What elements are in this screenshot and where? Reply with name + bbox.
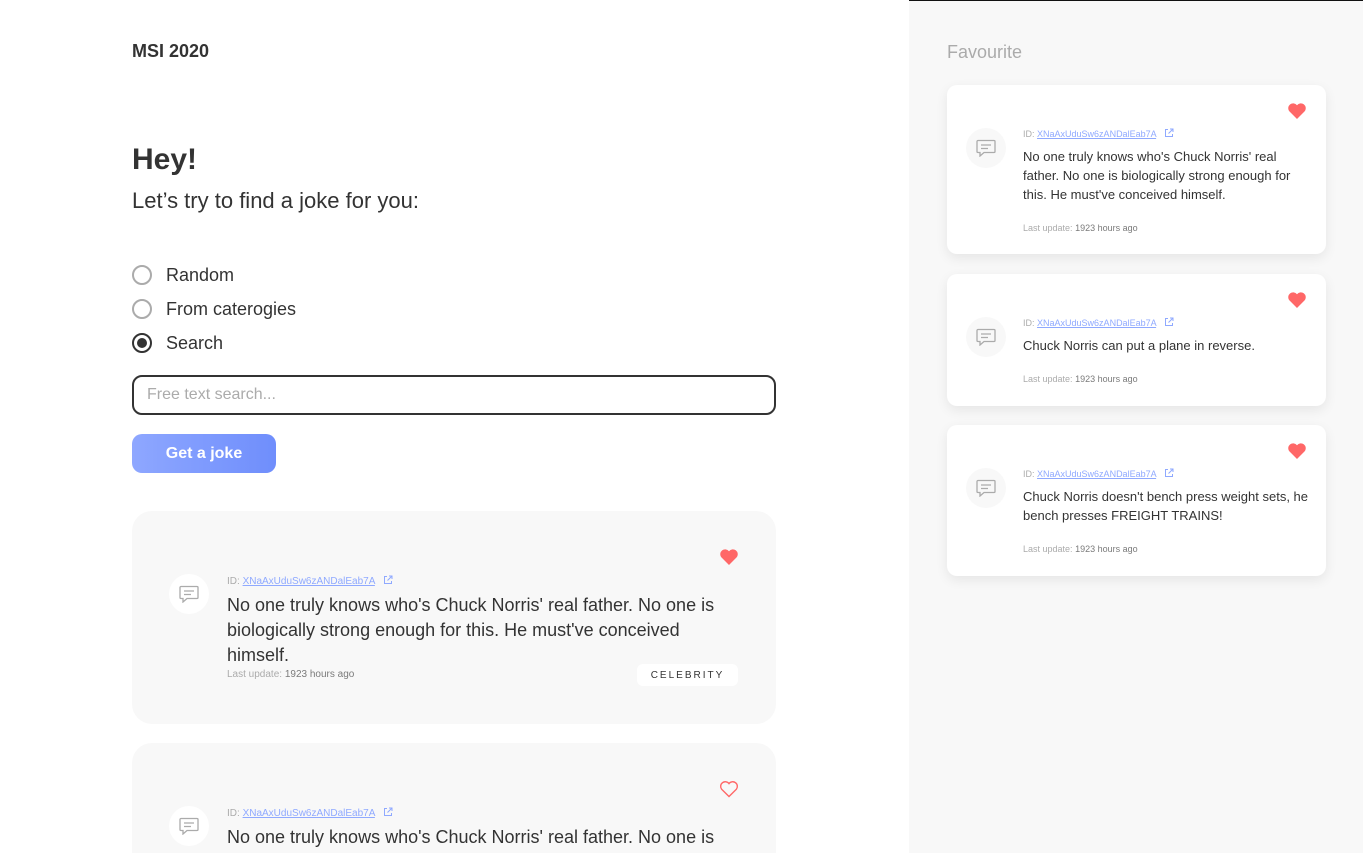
joke-id-row: ID: XNaAxUduSw6zANDalEab7A xyxy=(1023,317,1174,329)
comment-icon xyxy=(169,806,209,846)
joke-id-row: ID: XNaAxUduSw6zANDalEab7A xyxy=(1023,128,1174,140)
joke-id-link[interactable]: XNaAxUduSw6zANDalEab7A xyxy=(1037,469,1156,479)
joke-text: Chuck Norris can put a plane in reverse. xyxy=(1023,338,1255,353)
option-label: Search xyxy=(166,332,224,353)
radio-circle-selected[interactable] xyxy=(132,333,152,353)
joke-id-link[interactable]: XNaAxUduSw6zANDalEab7A xyxy=(243,808,375,819)
favourite-card: ID: XNaAxUduSw6zANDalEab7A Chuck Norris … xyxy=(947,274,1326,406)
favourite-card: ID: XNaAxUduSw6zANDalEab7A No one truly … xyxy=(947,85,1326,254)
get-joke-button[interactable]: Get a joke xyxy=(132,434,276,473)
joke-id-link[interactable]: XNaAxUduSw6zANDalEab7A xyxy=(1037,318,1156,328)
id-label: ID: xyxy=(1023,318,1035,328)
option-from-categories[interactable]: From caterogies xyxy=(132,299,296,319)
joke-id-row: ID: XNaAxUduSw6zANDalEab7A xyxy=(227,807,393,820)
last-update-value: 1923 hours ago xyxy=(284,669,355,680)
joke-id-link[interactable]: XNaAxUduSw6zANDalEab7A xyxy=(243,576,375,587)
joke-text: No one truly knows who's Chuck Norris' r… xyxy=(227,595,715,665)
id-label: ID: xyxy=(227,808,240,819)
last-update-label: Last update: xyxy=(227,669,283,680)
option-search[interactable]: Search xyxy=(132,333,223,353)
last-update-value: 1923 hours ago xyxy=(1075,374,1138,384)
option-label: Random xyxy=(166,264,235,285)
joke-id-link[interactable]: XNaAxUduSw6zANDalEab7A xyxy=(1037,129,1156,139)
last-update-value: 1923 hours ago xyxy=(1075,544,1138,554)
comment-icon xyxy=(966,128,1006,168)
comment-icon xyxy=(966,317,1006,357)
favourite-card: ID: XNaAxUduSw6zANDalEab7A Chuck Norris … xyxy=(947,425,1326,576)
greeting-title: Hey! xyxy=(132,143,198,176)
heart-outline-icon[interactable] xyxy=(719,780,739,798)
last-update-label: Last update: xyxy=(1023,223,1073,233)
joke-card: ID: XNaAxUduSw6zANDalEab7A No one truly … xyxy=(132,511,776,724)
radio-circle[interactable] xyxy=(132,265,152,285)
heart-icon[interactable] xyxy=(1287,102,1307,120)
id-label: ID: xyxy=(1023,129,1035,139)
main-content: MSI 2020 Hey! Let’s try to find a joke f… xyxy=(0,0,909,853)
last-update: Last update: 1923 hours ago xyxy=(1023,544,1138,554)
external-link-icon[interactable] xyxy=(1164,317,1174,329)
joke-text: No one truly knows who's Chuck Norris' r… xyxy=(1023,149,1291,202)
last-update-label: Last update: xyxy=(1023,374,1073,384)
joke-id-row: ID: XNaAxUduSw6zANDalEab7A xyxy=(1023,468,1174,480)
id-label: ID: xyxy=(227,576,240,587)
external-link-icon[interactable] xyxy=(1164,128,1174,140)
external-link-icon[interactable] xyxy=(1164,468,1174,480)
joke-text: Chuck Norris doesn't bench press weight … xyxy=(1023,489,1309,523)
last-update: Last update: 1923 hours ago xyxy=(227,669,354,680)
category-badge: CELEBRITY xyxy=(637,664,738,686)
last-update-value: 1923 hours ago xyxy=(1075,223,1138,233)
joke-card: ID: XNaAxUduSw6zANDalEab7A No one truly … xyxy=(132,743,776,853)
radio-circle[interactable] xyxy=(132,299,152,319)
brand-logo[interactable]: MSI 2020 xyxy=(132,41,209,62)
external-link-icon[interactable] xyxy=(383,807,393,820)
heart-icon[interactable] xyxy=(719,548,739,566)
comment-icon xyxy=(169,574,209,614)
heart-icon[interactable] xyxy=(1287,442,1307,460)
id-label: ID: xyxy=(1023,469,1035,479)
last-update-label: Last update: xyxy=(1023,544,1073,554)
search-input[interactable] xyxy=(132,375,776,415)
favourites-title: Favourite xyxy=(947,42,1023,62)
external-link-icon[interactable] xyxy=(383,575,393,588)
option-label: From caterogies xyxy=(166,298,297,319)
joke-id-row: ID: XNaAxUduSw6zANDalEab7A xyxy=(227,575,393,588)
last-update: Last update: 1923 hours ago xyxy=(1023,223,1138,233)
last-update: Last update: 1923 hours ago xyxy=(1023,374,1138,384)
heart-icon[interactable] xyxy=(1287,291,1307,309)
option-random[interactable]: Random xyxy=(132,265,234,285)
comment-icon xyxy=(966,468,1006,508)
greeting-subtitle: Let’s try to find a joke for you: xyxy=(132,188,419,213)
joke-text: No one truly knows who's Chuck Norris' r… xyxy=(227,827,715,847)
